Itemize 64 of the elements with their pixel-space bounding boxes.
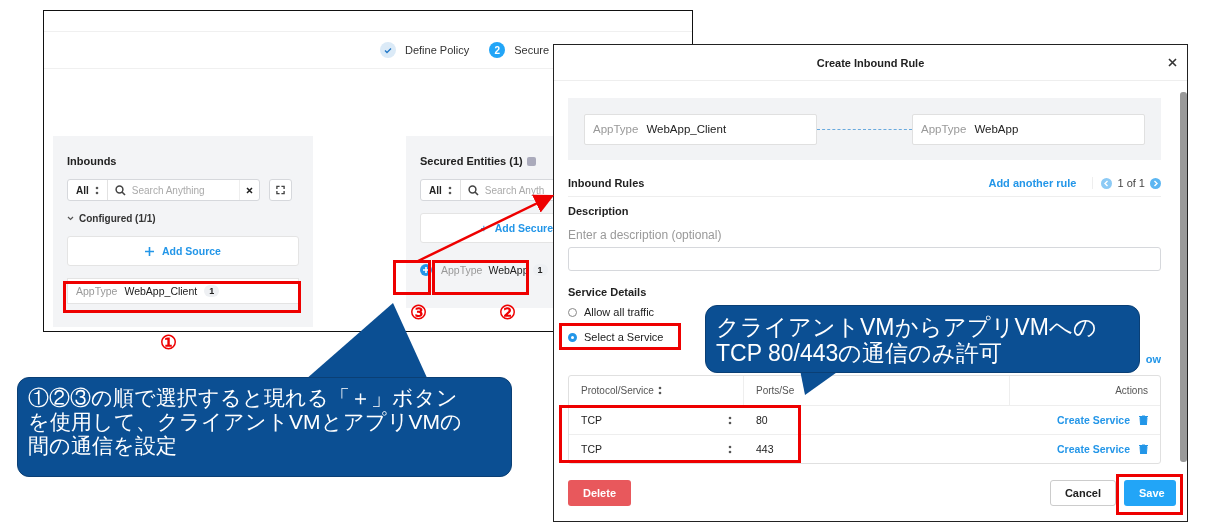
callout-text: ①②③の順で選択すると現れる「＋」ボタン <box>28 386 458 411</box>
step-number: 2 <box>489 42 506 58</box>
previous-icon[interactable] <box>1101 177 1113 189</box>
callout-text: を使用して、クライアントVMとアプリVMの <box>28 410 462 435</box>
close-icon <box>1168 58 1177 67</box>
trash-icon[interactable] <box>1139 444 1148 454</box>
section-label: Description <box>568 205 630 217</box>
callout-text: 間の通信を設定 <box>28 434 177 459</box>
count-badge: 1 <box>204 285 220 297</box>
protocol-select[interactable]: TCP <box>569 414 744 426</box>
step-label[interactable]: Secure <box>514 44 550 56</box>
plus-icon <box>145 246 155 256</box>
radio-button[interactable] <box>568 332 577 342</box>
section-label: Inbound Rules <box>568 177 645 189</box>
panel-title: Inbounds <box>67 155 118 167</box>
sort-icon <box>447 185 452 195</box>
sort-icon <box>728 415 732 425</box>
expand-icon <box>275 185 285 195</box>
protocol-select[interactable]: TCP <box>569 443 744 455</box>
search-icon <box>467 184 479 196</box>
scrollbar[interactable] <box>1180 92 1187 462</box>
step-marker: ① <box>160 333 177 352</box>
source-field[interactable]: AppType WebApp_Client <box>584 113 817 145</box>
callout-text: クライアントVMからアプリVMへの <box>716 314 1097 341</box>
step-marker: ③ <box>410 303 427 322</box>
entity-type: AppType <box>76 285 118 297</box>
group-toggle[interactable]: Configured (1/1) <box>67 213 299 224</box>
check-icon <box>384 46 392 54</box>
sort-icon <box>94 185 99 195</box>
filter-dropdown[interactable]: All <box>68 180 108 200</box>
sort-icon <box>657 386 662 395</box>
add-icon[interactable] <box>420 264 432 276</box>
sort-icon <box>728 444 732 454</box>
target-field[interactable]: AppType WebApp <box>912 113 1145 145</box>
dialog-title: Create Inbound Rule <box>816 56 925 69</box>
close-button[interactable] <box>1168 55 1177 69</box>
cancel-button[interactable]: Cancel <box>1049 480 1116 506</box>
section-label: Service Details <box>568 286 648 298</box>
radio-option[interactable]: Allow all traffic <box>568 306 655 318</box>
count-badge: 1 <box>532 264 548 276</box>
trash-icon[interactable] <box>1139 415 1148 425</box>
delete-button[interactable]: Delete <box>568 480 632 506</box>
ports-cell-text: 80 <box>755 414 769 426</box>
entity-type: AppType <box>441 264 483 276</box>
column-header: Protocol/Service <box>569 376 744 405</box>
search-field[interactable]: All Search Anything <box>67 179 260 201</box>
highlight-frame <box>1116 474 1183 515</box>
callout-text: TCP 80/443の通信のみ許可 <box>716 340 1003 367</box>
filter-dropdown[interactable]: All <box>421 180 461 200</box>
field-hint: Enter a description (optional) <box>568 228 723 242</box>
column-header: Actions <box>1114 384 1149 398</box>
ports-cell-text: 443 <box>755 443 775 455</box>
next-icon[interactable] <box>1150 177 1161 189</box>
entity-item[interactable]: AppType WebApp_Client 1 <box>67 278 299 304</box>
radio-button[interactable] <box>568 307 577 317</box>
expand-button[interactable] <box>268 179 292 201</box>
search-icon <box>114 184 126 196</box>
page-indicator: 1 of 1 <box>1117 177 1145 189</box>
step-label[interactable]: Define Policy <box>405 44 470 56</box>
clear-icon[interactable] <box>245 186 253 194</box>
description-field[interactable] <box>568 247 1161 271</box>
step-marker: ② <box>499 303 516 322</box>
entity-name: WebApp_Client <box>124 285 198 297</box>
radio-option[interactable]: Select a Service <box>568 331 664 343</box>
